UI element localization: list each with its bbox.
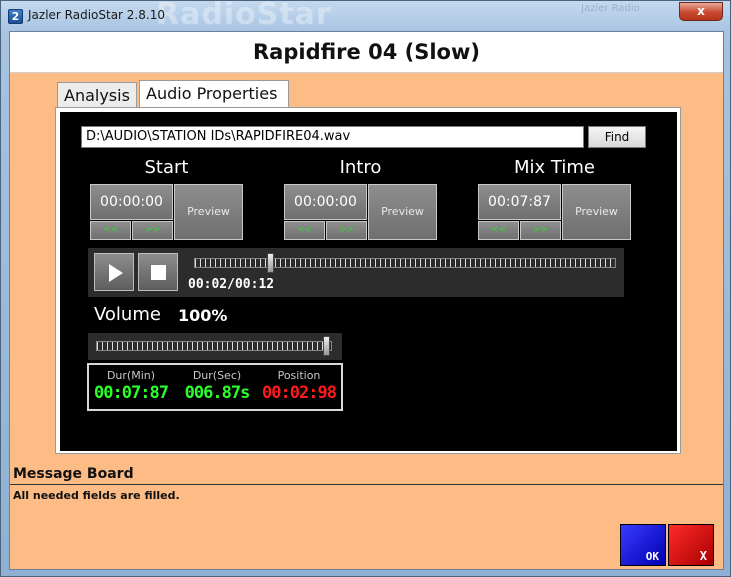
page-title: Rapidfire 04 (Slow): [253, 40, 480, 64]
message-board-title: Message Board: [13, 466, 134, 482]
stat-position: Position 00:02:98: [257, 369, 341, 403]
start-nudge-forward-button[interactable]: >>: [132, 221, 173, 240]
stat-position-value: 00:02:98: [262, 383, 337, 403]
app-icon: 2: [8, 9, 23, 24]
intro-time-button[interactable]: 00:00:00: [284, 184, 367, 220]
window-close-button[interactable]: x: [679, 2, 723, 21]
mix-time-label: Mix Time: [514, 157, 595, 178]
volume-slider-track[interactable]: [96, 341, 332, 351]
mix-time-button[interactable]: 00:07:87: [478, 184, 561, 220]
cancel-button-label: X: [699, 549, 707, 563]
tab-audio-properties[interactable]: Audio Properties: [139, 80, 289, 108]
volume-slider-handle[interactable]: [323, 336, 330, 356]
stop-button[interactable]: [138, 253, 178, 291]
title-watermark: RadioStar: [156, 0, 332, 32]
stat-dur-min: Dur(Min) 00:07:87: [89, 369, 173, 403]
intro-label: Intro: [339, 157, 382, 178]
title-bar[interactable]: RadioStar Jazler Radio 2 Jazler RadioSta…: [1, 0, 730, 32]
file-path-input[interactable]: D:\AUDIO\STATION IDs\RAPIDFIRE04.wav: [81, 126, 584, 148]
seek-slider-handle[interactable]: [266, 253, 274, 273]
duration-stats: Dur(Min) 00:07:87 Dur(Sec) 006.87s Posit…: [87, 363, 343, 411]
volume-label: Volume: [94, 304, 161, 325]
playback-time: 00:02/00:12: [188, 277, 275, 292]
stat-dur-sec-label: Dur(Sec): [192, 369, 242, 382]
stat-position-label: Position: [277, 369, 321, 382]
intro-cue-group: 00:00:00 << >> Preview: [284, 184, 437, 240]
ok-button-label: OK: [645, 550, 659, 563]
stat-dur-sec: Dur(Sec) 006.87s: [175, 369, 259, 403]
start-time-button[interactable]: 00:00:00: [90, 184, 173, 220]
ok-button[interactable]: OK: [620, 524, 666, 566]
start-label: Start: [144, 157, 189, 178]
mix-time-nudge-back-button[interactable]: <<: [478, 221, 519, 240]
play-button[interactable]: [94, 253, 134, 291]
application-window: RadioStar Jazler Radio 2 Jazler RadioSta…: [0, 0, 731, 577]
transport-bar: 00:02/00:12: [88, 248, 624, 297]
find-button[interactable]: Find: [588, 126, 646, 148]
start-preview-button[interactable]: Preview: [174, 184, 243, 240]
audio-properties-panel: D:\AUDIO\STATION IDs\RAPIDFIRE04.wav Fin…: [55, 107, 681, 454]
tab-analysis[interactable]: Analysis: [57, 82, 137, 108]
intro-nudge-back-button[interactable]: <<: [284, 221, 325, 240]
intro-preview-button[interactable]: Preview: [368, 184, 437, 240]
window-title: Jazler RadioStar 2.8.10: [28, 8, 165, 22]
intro-nudge-forward-button[interactable]: >>: [326, 221, 367, 240]
volume-slider: [88, 333, 342, 360]
header-band: Rapidfire 04 (Slow): [10, 32, 723, 73]
stat-dur-min-value: 00:07:87: [94, 383, 169, 403]
volume-value: 100%: [178, 306, 228, 325]
dialog-body: Rapidfire 04 (Slow) Analysis Audio Prope…: [9, 31, 724, 570]
mix-time-preview-button[interactable]: Preview: [562, 184, 631, 240]
message-board-text: All needed fields are filled.: [13, 489, 180, 502]
start-cue-group: 00:00:00 << >> Preview: [90, 184, 243, 240]
cancel-button[interactable]: X: [668, 524, 714, 566]
stat-dur-min-label: Dur(Min): [106, 369, 156, 382]
start-nudge-back-button[interactable]: <<: [90, 221, 131, 240]
audio-properties-content: D:\AUDIO\STATION IDs\RAPIDFIRE04.wav Fin…: [60, 112, 677, 451]
message-board-divider: [10, 484, 723, 485]
mix-time-cue-group: 00:07:87 << >> Preview: [478, 184, 631, 240]
mix-time-nudge-forward-button[interactable]: >>: [520, 221, 561, 240]
stat-dur-sec-value: 006.87s: [184, 383, 251, 403]
stop-icon: [151, 265, 166, 280]
title-watermark-right: Jazler Radio: [581, 3, 640, 14]
seek-slider[interactable]: [194, 258, 616, 268]
play-icon: [109, 264, 123, 282]
